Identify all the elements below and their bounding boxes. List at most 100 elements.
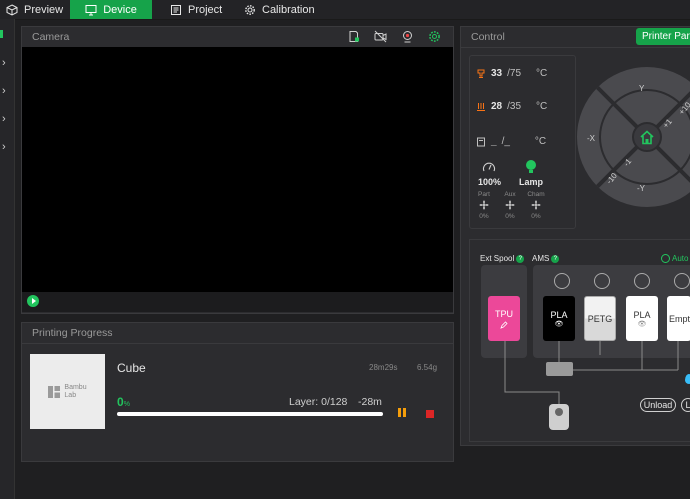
nozzle-temp-row: 33 /75 °C bbox=[476, 68, 547, 79]
fan-part-icon[interactable] bbox=[478, 199, 490, 211]
humidity-icon bbox=[685, 374, 690, 384]
ams-slot-1-status-icon bbox=[554, 273, 570, 289]
lamp-label: Lamp bbox=[519, 177, 544, 187]
chevron-right-icon[interactable]: › bbox=[2, 85, 6, 97]
printer-parts-button[interactable]: Printer Parts bbox=[636, 28, 690, 45]
ams-slot-3[interactable]: PLA 👁 bbox=[626, 296, 658, 341]
webcam-icon[interactable] bbox=[401, 30, 414, 43]
fan-chamber-icon[interactable] bbox=[530, 199, 542, 211]
jog-x-left[interactable]: -X bbox=[587, 134, 595, 143]
tab-preview-label: Preview bbox=[24, 3, 64, 16]
ams-slot-1-material: PLA bbox=[550, 309, 568, 320]
eye-icon: 👁 bbox=[637, 320, 647, 328]
camera-off-icon[interactable] bbox=[374, 30, 387, 43]
chevron-right-icon[interactable]: › bbox=[2, 141, 6, 153]
ams-slot-2-material: PETG bbox=[587, 313, 613, 324]
chamber-temp-current: _ bbox=[491, 136, 497, 147]
tab-project-label: Project bbox=[188, 3, 223, 16]
ams-panel: Ext Spool? AMS? Auto TPU PLA 👁 PETG PLA … bbox=[469, 239, 690, 442]
nozzle-temp-target[interactable]: /75 bbox=[507, 68, 521, 79]
nozzle-temp-current: 33 bbox=[491, 68, 503, 79]
bed-temp-target[interactable]: /35 bbox=[507, 101, 521, 112]
bed-temp-current: 28 bbox=[491, 101, 503, 112]
edit-icon[interactable] bbox=[500, 320, 508, 329]
model-thumbnail: Bambu Lab bbox=[30, 354, 105, 429]
ext-spool-slot[interactable]: TPU bbox=[488, 296, 520, 341]
ams-slot-4-material: Empty bbox=[669, 313, 690, 324]
ams-slot-4[interactable]: Empty bbox=[667, 296, 690, 341]
stop-button[interactable] bbox=[426, 410, 434, 418]
jog-y-down[interactable]: -Y bbox=[637, 184, 645, 193]
control-title: Control bbox=[471, 31, 505, 43]
device-monitor-icon bbox=[85, 4, 97, 15]
camera-video-controls bbox=[22, 292, 453, 312]
tab-preview[interactable]: Preview bbox=[6, 0, 66, 19]
tab-calibration-label: Calibration bbox=[262, 3, 315, 16]
speed-value: 100% bbox=[478, 177, 502, 187]
ams-slot-2[interactable]: PETG bbox=[584, 296, 616, 341]
job-name: Cube bbox=[117, 361, 146, 375]
camera-title: Camera bbox=[32, 31, 70, 43]
home-icon bbox=[640, 129, 654, 144]
jog-home-button[interactable] bbox=[632, 122, 662, 152]
progress-bar bbox=[117, 412, 383, 416]
printing-progress-title: Printing Progress bbox=[32, 327, 113, 339]
eye-icon: 👁 bbox=[554, 320, 564, 328]
tab-device[interactable]: Device bbox=[70, 0, 152, 19]
fan-chamber-label: Cham bbox=[527, 191, 545, 198]
camera-panel: Camera bbox=[21, 26, 454, 314]
ams-slot-4-status-icon bbox=[674, 273, 690, 289]
logo-text: Bambu Lab bbox=[64, 383, 87, 399]
lamp-icon[interactable] bbox=[524, 159, 538, 174]
tab-calibration[interactable]: Calibration bbox=[244, 0, 324, 19]
camera-toolbar bbox=[347, 30, 441, 43]
load-button[interactable]: L bbox=[681, 398, 690, 412]
auto-refill-icon bbox=[661, 254, 670, 264]
play-icon[interactable] bbox=[27, 295, 39, 307]
device-list-rail: › › › › bbox=[0, 19, 15, 499]
project-icon bbox=[171, 4, 181, 15]
rail-active-indicator bbox=[0, 30, 3, 38]
settings-icon[interactable] bbox=[428, 30, 441, 43]
auto-refill-toggle[interactable]: Auto bbox=[661, 254, 688, 264]
tab-project[interactable]: Project bbox=[170, 0, 230, 19]
nozzle-temp-unit: °C bbox=[536, 68, 548, 79]
unload-button[interactable]: Unload bbox=[640, 398, 676, 412]
bambu-lab-logo: Bambu Lab bbox=[48, 383, 87, 400]
layer-count: Layer: 0/128 bbox=[289, 396, 348, 408]
ams-slot-1[interactable]: PLA 👁 bbox=[543, 296, 575, 341]
printing-progress-header: Printing Progress bbox=[22, 323, 453, 344]
fan-aux-label: Aux bbox=[504, 191, 516, 198]
jog-y-up[interactable]: Y bbox=[639, 84, 644, 93]
tab-device-label: Device bbox=[103, 3, 137, 16]
help-icon[interactable]: ? bbox=[551, 254, 560, 263]
top-tab-bar: Preview Device Project Calibration bbox=[0, 0, 690, 20]
fan-part-value: 0% bbox=[479, 213, 489, 220]
fan-chamber-value: 0% bbox=[531, 213, 541, 220]
gear-icon bbox=[245, 4, 255, 15]
chevron-right-icon[interactable]: › bbox=[2, 57, 6, 69]
chamber-temp-row: _ /_ °C bbox=[476, 136, 546, 147]
camera-header: Camera bbox=[22, 27, 453, 48]
cube-icon bbox=[6, 3, 18, 16]
fan-part-label: Part bbox=[478, 191, 490, 198]
fan-aux-icon[interactable] bbox=[504, 199, 516, 211]
chamber-icon bbox=[477, 137, 485, 146]
sd-card-icon[interactable] bbox=[347, 30, 360, 43]
ams-slot-2-status-icon bbox=[594, 273, 610, 289]
ams-slot-3-status-icon bbox=[634, 273, 650, 289]
printing-progress-panel: Printing Progress Bambu Lab Cube 28m29s 6… bbox=[21, 322, 454, 462]
bed-temp-unit: °C bbox=[536, 101, 548, 112]
job-time-estimate: 28m29s bbox=[369, 363, 398, 372]
nozzle-icon bbox=[477, 69, 485, 78]
jog-dial: Y -Y -X +10 +1 -1 -10 bbox=[577, 67, 690, 207]
speed-gauge-icon[interactable] bbox=[482, 161, 496, 173]
fan-aux-value: 0% bbox=[505, 213, 515, 220]
chevron-right-icon[interactable]: › bbox=[2, 113, 6, 125]
bed-heat-icon bbox=[477, 102, 485, 111]
chamber-temp-target: /_ bbox=[501, 136, 510, 147]
bed-temp-row: 28 /35 °C bbox=[476, 101, 547, 112]
ams-label: AMS? bbox=[532, 254, 560, 263]
help-icon[interactable]: ? bbox=[516, 254, 525, 263]
pause-button[interactable] bbox=[397, 408, 407, 418]
